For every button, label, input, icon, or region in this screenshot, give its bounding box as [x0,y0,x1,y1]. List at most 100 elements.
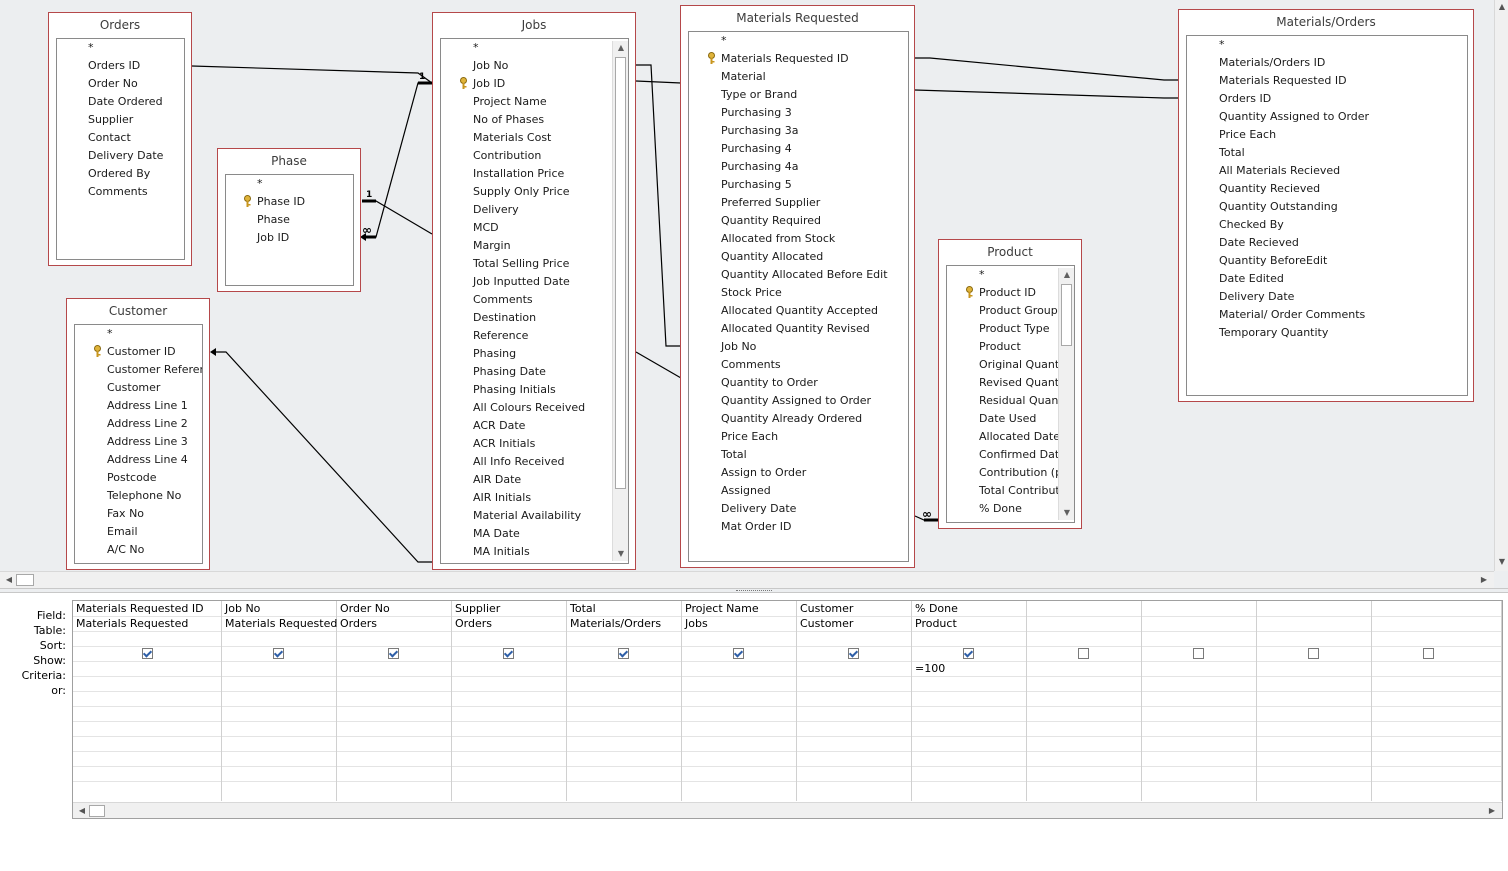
grid-column[interactable]: Project Name Jobs [682,601,797,801]
field-cell[interactable]: % Done [915,601,958,616]
field-item[interactable]: Job No [473,57,508,75]
scroll-left-icon[interactable]: ◀ [2,572,16,588]
field-item[interactable]: Postcode [107,469,157,487]
field-item[interactable]: Allocated Date [979,428,1060,446]
field-item[interactable]: Phasing [473,345,516,363]
field-item[interactable]: * [721,32,727,50]
scroll-thumb[interactable] [89,805,105,817]
field-item[interactable]: Quantity Already Ordered [721,410,862,428]
field-item[interactable]: Stock Price [721,284,782,302]
field-item[interactable]: Materials Requested ID [1219,72,1347,90]
table-materials-requested[interactable]: Materials Requested * Materials Requeste… [680,5,915,568]
field-item[interactable]: Materials Requested ID [721,50,849,68]
field-item[interactable]: Address Line 2 [107,415,188,433]
field-item[interactable]: Delivery [473,201,519,219]
field-item[interactable]: Total [1219,144,1245,162]
field-item[interactable]: Customer [107,379,160,397]
scroll-thumb[interactable] [1061,284,1072,346]
field-list-product[interactable]: * Product ID Product Group Product Type … [946,265,1075,523]
field-item[interactable]: Phase ID [257,193,305,211]
field-item[interactable]: All Colours Received [473,399,585,417]
field-item[interactable]: Address Line 4 [107,451,188,469]
scroll-left-icon[interactable]: ◀ [75,803,89,818]
field-item[interactable]: Price Each [1219,126,1276,144]
field-item[interactable]: Assign to Order [721,464,806,482]
field-item[interactable]: MCD [473,219,499,237]
show-checkbox[interactable] [388,648,399,659]
field-item[interactable]: * [107,325,113,343]
field-item[interactable]: Assigned [721,482,771,500]
table-customer[interactable]: Customer * Customer ID Customer Referenc… [66,298,210,570]
show-checkbox[interactable] [848,648,859,659]
field-item[interactable]: Material Availability [473,507,581,525]
field-item[interactable]: Materials Cost [473,129,551,147]
field-item[interactable]: Installation Price [473,165,564,183]
field-item[interactable]: Customer ID [107,343,176,361]
field-item[interactable]: Ordered By [88,165,150,183]
field-item[interactable]: Date Used [979,410,1036,428]
grid-column[interactable] [1142,601,1257,801]
field-item[interactable]: Material [721,68,766,86]
table-title[interactable]: Phase [218,149,360,173]
field-item[interactable]: Email [107,523,138,541]
field-item[interactable]: Total Contribut [979,482,1060,500]
vertical-scrollbar[interactable]: ▲ ▼ [1058,268,1074,520]
field-item[interactable]: Job ID [473,75,505,93]
scroll-up-icon[interactable]: ▲ [1495,0,1508,14]
field-list-materials-orders[interactable]: * Materials/Orders ID Materials Requeste… [1186,35,1468,396]
field-item[interactable]: A/C No [107,541,144,559]
field-item[interactable]: Delivery Date [721,500,796,518]
field-item[interactable]: Quantity Outstanding [1219,198,1338,216]
scroll-thumb[interactable] [615,57,626,489]
field-item[interactable]: MA Date [473,525,520,543]
field-item[interactable]: Type or Brand [721,86,797,104]
field-item[interactable]: AIR Date [473,471,521,489]
field-item[interactable]: Comments [473,291,533,309]
show-checkbox[interactable] [733,648,744,659]
field-item[interactable]: Job No [721,338,756,356]
criteria-cell[interactable]: =100 [915,661,945,676]
table-materials-orders[interactable]: Materials/Orders * Materials/Orders ID M… [1178,9,1474,402]
field-item[interactable]: Allocated Quantity Revised [721,320,870,338]
field-item[interactable]: AIR Initials [473,489,531,507]
table-title[interactable]: Product [939,240,1081,264]
grid-column[interactable]: Customer Customer [797,601,912,801]
field-item[interactable]: Preferred Supplier [721,194,820,212]
field-item[interactable]: Quantity Recieved [1219,180,1320,198]
field-item[interactable]: Order No [88,75,138,93]
scroll-down-icon[interactable]: ▼ [1495,555,1508,569]
field-list-materials-requested[interactable]: * Materials Requested ID Material Type o… [688,31,909,562]
field-cell[interactable]: Job No [225,601,260,616]
table-cell[interactable]: Materials/Orders [570,616,661,631]
field-item[interactable]: Project Name [473,93,547,111]
field-item[interactable]: Job Inputted Date [473,273,570,291]
field-item[interactable]: Phase [257,211,290,229]
field-item[interactable]: * [473,39,479,57]
table-orders[interactable]: Orders * Orders ID Order No Date Ordered… [48,12,192,266]
table-title[interactable]: Materials Requested [681,6,914,30]
field-item[interactable]: Purchasing 5 [721,176,792,194]
show-checkbox[interactable] [963,648,974,659]
field-item[interactable]: * [979,266,985,284]
field-item[interactable]: Quantity Allocated [721,248,823,266]
show-checkbox[interactable] [273,648,284,659]
field-list-orders[interactable]: * Orders ID Order No Date Ordered Suppli… [56,38,185,260]
scroll-up-icon[interactable]: ▲ [613,41,628,55]
field-item[interactable]: Quantity Required [721,212,821,230]
table-title[interactable]: Customer [67,299,209,323]
field-item[interactable]: Contact [88,129,131,147]
field-item[interactable]: Product Type [979,320,1050,338]
field-item[interactable]: ACR Initials [473,435,535,453]
grid-column[interactable] [1257,601,1372,801]
field-item[interactable]: Phasing Date [473,363,546,381]
field-item[interactable]: Address Line 1 [107,397,188,415]
table-cell[interactable]: Orders [340,616,377,631]
field-item[interactable]: Material/ Order Comments [1219,306,1365,324]
grid-horizontal-scrollbar[interactable]: ◀ ▶ [73,802,1502,818]
grid-column[interactable]: Job No Materials Requested [222,601,337,801]
field-item[interactable]: Purchasing 3 [721,104,792,122]
field-item[interactable]: % Done [979,500,1022,518]
field-item[interactable]: Comments [721,356,781,374]
field-item[interactable]: Checked By [1219,216,1284,234]
field-item[interactable]: Phasing Initials [473,381,556,399]
